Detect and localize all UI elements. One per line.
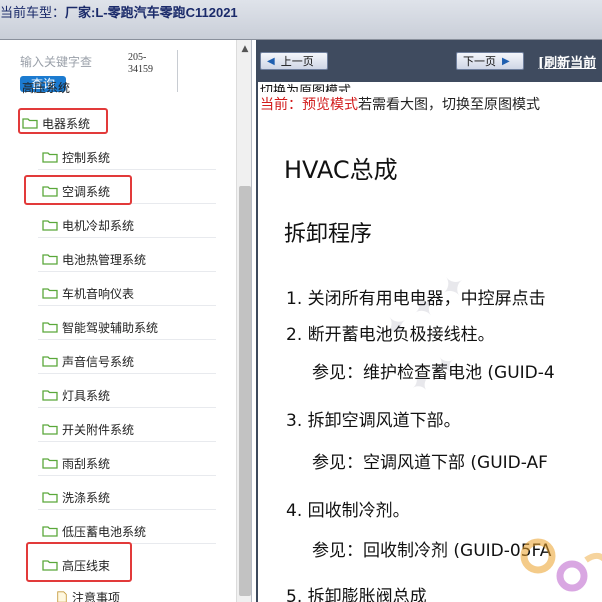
tree-item-label: 控制系统: [62, 150, 111, 165]
code-line-2: 34159: [128, 64, 153, 75]
divider: [38, 407, 216, 408]
current-model-line: 当前车型：厂家:L-零跑汽车零跑C112021: [0, 2, 238, 21]
doc-step: 5. 拆卸膨胀阀总成: [286, 587, 427, 602]
tree-item-washers[interactable]: 洗涤系统: [42, 486, 110, 508]
current-model-value: 厂家:L-零跑汽车零跑C112021: [65, 5, 238, 20]
doc-title: HVAC总成: [284, 156, 398, 184]
watermark-logo: [520, 538, 602, 592]
folder-icon: [42, 288, 58, 299]
switch-mode-link[interactable]: 切换为原图模式: [260, 80, 351, 92]
tree-item-partial[interactable]: 高压系统: [22, 82, 70, 94]
title-bar: 当前车型：厂家:L-零跑汽车零跑C112021: [0, 0, 602, 40]
tree-item-label: 电机冷却系统: [62, 218, 135, 233]
tree-item-label: 洗涤系统: [62, 490, 111, 505]
code-box: 205- 34159: [128, 50, 178, 92]
document-icon: [57, 591, 67, 602]
doc-step: 2. 断开蓄电池负极接线柱。: [286, 325, 495, 345]
tree-item-label: 注意事项: [72, 590, 121, 602]
folder-icon: [42, 492, 58, 503]
tree-item-control[interactable]: 控制系统: [42, 146, 110, 168]
tree-item-label: 开关附件系统: [62, 422, 135, 437]
mode-status-current: 当前：预览模式: [260, 97, 358, 113]
tree-item-adas[interactable]: 智能驾驶辅助系统: [42, 316, 158, 338]
tree-item-label: 智能驾驶辅助系统: [62, 320, 159, 335]
folder-icon: [42, 458, 58, 469]
next-page-label: 下一页: [463, 55, 496, 68]
current-model-label: 当前车型：: [0, 5, 66, 20]
folder-icon: [42, 526, 58, 537]
highlight-box: [18, 108, 108, 134]
highlight-box: [24, 175, 132, 205]
tree-item-lighting[interactable]: 灯具系统: [42, 384, 110, 406]
scroll-thumb[interactable]: [239, 186, 251, 596]
prev-page-button[interactable]: ◀ 上一页: [260, 52, 328, 70]
doc-section-heading: 拆卸程序: [284, 222, 373, 247]
mode-status-hint: 若需看大图，切换至原图模式: [358, 97, 540, 113]
tree-item-label: 声音信号系统: [62, 354, 135, 369]
folder-icon: [42, 152, 58, 163]
folder-icon: [42, 356, 58, 367]
tree-item-label: 低压蓄电池系统: [62, 524, 147, 539]
divider: [38, 373, 216, 374]
folder-icon: [42, 254, 58, 265]
tree-item-switches[interactable]: 开关附件系统: [42, 418, 134, 440]
divider: [38, 441, 216, 442]
folder-icon: [42, 424, 58, 435]
tree-item-motor-cooling[interactable]: 电机冷却系统: [42, 214, 134, 236]
search-input[interactable]: [20, 54, 100, 70]
refresh-link[interactable]: [刷新当前: [538, 52, 596, 71]
tree-item-wipers[interactable]: 雨刮系统: [42, 452, 110, 474]
divider: [38, 271, 216, 272]
content-pane: ◀ 上一页 下一页 ▶ [刷新当前 切换为原图模式 当前：预览模式若需看大图，切…: [256, 40, 602, 602]
tree-item-label: 电池热管理系统: [62, 252, 147, 267]
tree-item-infotainment[interactable]: 车机音响仪表: [42, 282, 134, 304]
sidebar-scrollbar[interactable]: ▲: [236, 40, 251, 602]
tree-item-label: 高压系统: [22, 82, 71, 94]
divider: [38, 339, 216, 340]
divider: [38, 305, 216, 306]
tree-item-notes[interactable]: 注意事项: [56, 586, 120, 602]
arrow-left-icon: ◀: [267, 55, 275, 67]
arrow-right-icon: ▶: [502, 55, 510, 67]
divider: [38, 475, 216, 476]
tree-item-label: 雨刮系统: [62, 456, 111, 471]
doc-step: 4. 回收制冷剂。: [286, 501, 410, 521]
folder-icon: [42, 322, 58, 333]
folder-icon: [42, 390, 58, 401]
doc-step: 3. 拆卸空调风道下部。: [286, 411, 461, 431]
page-navbar: ◀ 上一页 下一页 ▶ [刷新当前: [258, 40, 602, 82]
divider: [38, 237, 216, 238]
mode-status: 当前：预览模式若需看大图，切换至原图模式: [260, 94, 540, 114]
divider: [38, 509, 216, 510]
doc-step-ref: 参见：回收制冷剂 (GUID-05FA: [312, 541, 552, 561]
divider: [38, 169, 216, 170]
scroll-up-icon[interactable]: ▲: [237, 44, 251, 58]
highlight-box: [26, 542, 132, 582]
doc-step-ref: 参见：维护检查蓄电池 (GUID-4: [312, 363, 555, 383]
sidebar: 查询 205- 34159 高压系统 电器系统 控制系统 空调系统 电机冷却系统: [0, 40, 252, 602]
tree-item-label: 灯具系统: [62, 388, 111, 403]
doc-step-ref: 参见：空调风道下部 (GUID-AF: [312, 453, 548, 473]
tree-item-battery-thermal[interactable]: 电池热管理系统: [42, 248, 146, 270]
doc-step: 1. 关闭所有用电电器，中控屏点击: [286, 289, 546, 309]
prev-page-label: 上一页: [280, 55, 314, 68]
folder-icon: [42, 220, 58, 231]
tree-item-horn[interactable]: 声音信号系统: [42, 350, 134, 372]
tree-item-lv-battery[interactable]: 低压蓄电池系统: [42, 520, 146, 542]
tree-item-label: 车机音响仪表: [62, 286, 135, 301]
next-page-button[interactable]: 下一页 ▶: [456, 52, 524, 70]
code-line-1: 205-: [128, 52, 147, 63]
